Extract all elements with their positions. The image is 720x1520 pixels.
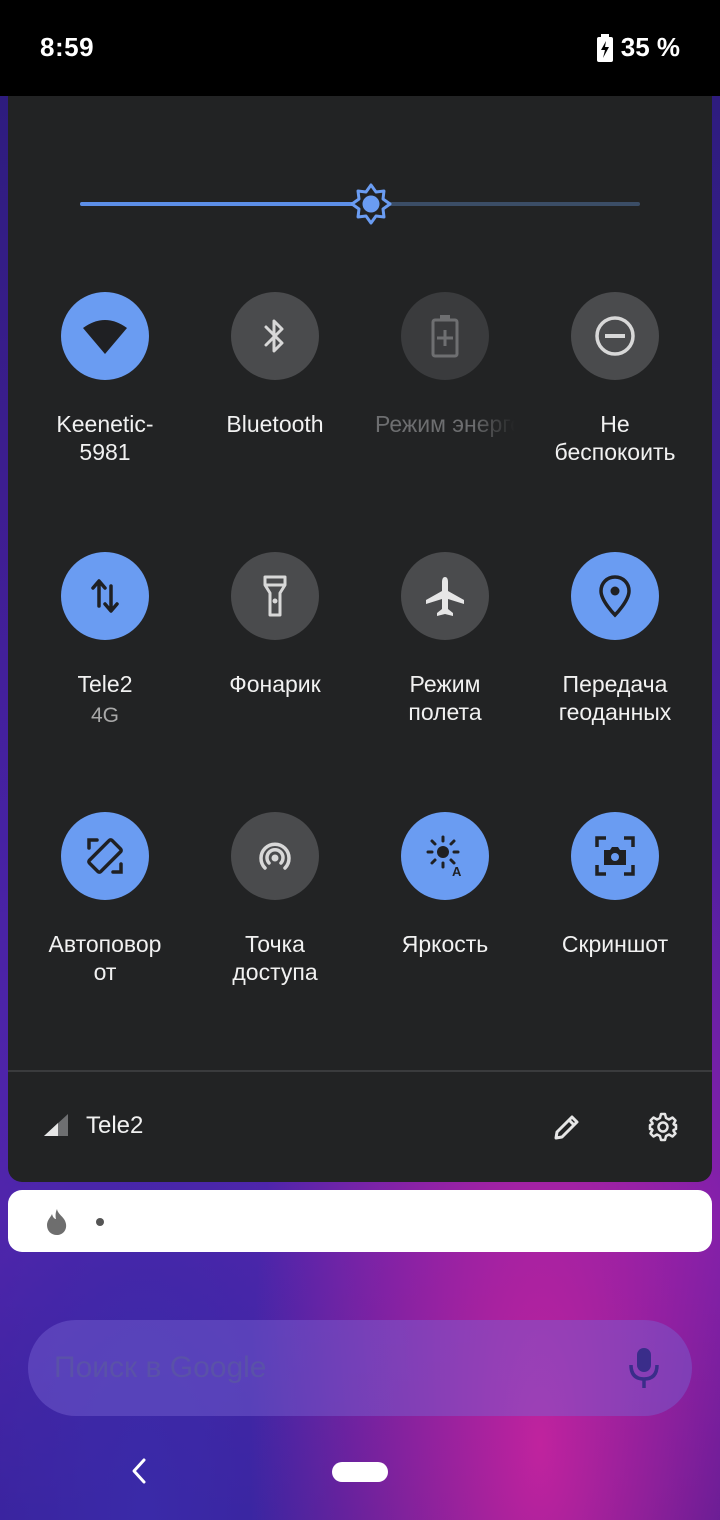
tile-hotspot[interactable]: Точка доступа — [190, 812, 360, 986]
do-not-disturb-icon — [595, 316, 635, 356]
tile-dnd-label: Не беспокоить — [554, 411, 676, 465]
bluetooth-icon — [264, 319, 284, 353]
tile-mobile-data-label: Tele2 — [77, 671, 133, 697]
brightness-thumb-icon[interactable] — [349, 182, 393, 226]
battery-status: 35 % — [596, 32, 680, 63]
tile-battery-saver-toggle[interactable] — [401, 292, 489, 380]
quick-settings-panel: Keenetic- 5981 Bluetooth Режим энергосбе… — [8, 96, 712, 1182]
location-icon — [599, 575, 631, 618]
notification-card[interactable] — [8, 1190, 712, 1252]
brightness-slider[interactable] — [80, 176, 640, 232]
tile-do-not-disturb[interactable]: Не беспокоить — [530, 292, 700, 466]
battery-saver-icon — [431, 315, 459, 358]
tile-flashlight-toggle[interactable] — [231, 552, 319, 640]
flame-app-icon — [47, 1209, 67, 1235]
tile-airplane-toggle[interactable] — [401, 552, 489, 640]
tile-brightness-label: Яркость — [401, 931, 489, 957]
tile-mobile-data-sublabel: 4G — [90, 704, 119, 727]
google-search-bar[interactable] — [28, 1320, 692, 1416]
tile-auto-rotate-toggle[interactable] — [61, 812, 149, 900]
gear-icon — [648, 1112, 678, 1142]
tile-auto-rotate[interactable]: Автоповор от — [20, 812, 190, 986]
notification-separator-dot — [96, 1218, 104, 1226]
back-icon[interactable] — [124, 1456, 154, 1486]
signal-strength-icon — [44, 1114, 68, 1136]
tile-wifi-toggle[interactable] — [61, 292, 149, 380]
svg-text:A: A — [452, 864, 462, 878]
tile-airplane[interactable]: Режим полета — [360, 552, 530, 726]
pencil-icon — [554, 1115, 579, 1140]
tile-battery-saver-label: Режим энергосбережения — [375, 411, 515, 437]
tile-dnd-toggle[interactable] — [571, 292, 659, 380]
tile-screenshot-label: Скриншот — [561, 931, 669, 957]
tile-flashlight-label: Фонарик — [229, 671, 321, 697]
tile-bluetooth[interactable]: Bluetooth — [190, 292, 360, 438]
tile-brightness[interactable]: A Яркость — [360, 812, 530, 958]
tile-hotspot-toggle[interactable] — [231, 812, 319, 900]
wifi-icon — [83, 320, 127, 354]
tile-airplane-label: Режим полета — [408, 671, 482, 725]
edit-tiles-button[interactable] — [548, 1108, 586, 1146]
home-pill-button[interactable] — [332, 1462, 388, 1482]
tile-mobile-data-toggle[interactable] — [61, 552, 149, 640]
screenshot-icon — [595, 836, 635, 876]
flashlight-icon — [263, 575, 287, 617]
battery-percent: 35 % — [620, 32, 680, 62]
tile-bluetooth-toggle[interactable] — [231, 292, 319, 380]
status-time: 8:59 — [40, 32, 95, 62]
brightness-fill — [80, 202, 372, 206]
settings-button[interactable] — [644, 1108, 682, 1146]
tile-battery-saver[interactable]: Режим энергосбережения — [360, 292, 530, 438]
airplane-icon — [426, 577, 464, 616]
tile-bluetooth-label: Bluetooth — [226, 411, 324, 437]
tile-location[interactable]: Передача геоданных — [530, 552, 700, 726]
tile-location-toggle[interactable] — [571, 552, 659, 640]
tile-wifi[interactable]: Keenetic- 5981 — [20, 292, 190, 466]
quick-settings-footer: Tele2 — [8, 1072, 712, 1182]
tile-mobile-data[interactable]: Tele2 4G — [20, 552, 190, 728]
tile-flashlight[interactable]: Фонарик — [190, 552, 360, 698]
tile-hotspot-label: Точка доступа — [232, 931, 318, 985]
hotspot-icon — [259, 842, 291, 870]
search-input[interactable] — [52, 1350, 576, 1386]
battery-charging-icon — [596, 33, 613, 62]
tile-wifi-label: Keenetic- 5981 — [56, 411, 154, 465]
tile-auto-rotate-label: Автоповор от — [48, 931, 162, 985]
tile-screenshot[interactable]: Скриншот — [530, 812, 700, 958]
auto-rotate-icon — [87, 838, 123, 874]
auto-brightness-icon: A — [426, 835, 462, 878]
tile-brightness-toggle[interactable]: A — [401, 812, 489, 900]
tile-location-label: Передача геоданных — [558, 671, 672, 725]
microphone-icon[interactable] — [626, 1346, 662, 1390]
tile-screenshot-toggle[interactable] — [571, 812, 659, 900]
carrier-name: Tele2 — [86, 1112, 144, 1139]
mobile-data-icon — [91, 579, 119, 613]
status-bar: 8:59 35 % — [0, 0, 720, 96]
